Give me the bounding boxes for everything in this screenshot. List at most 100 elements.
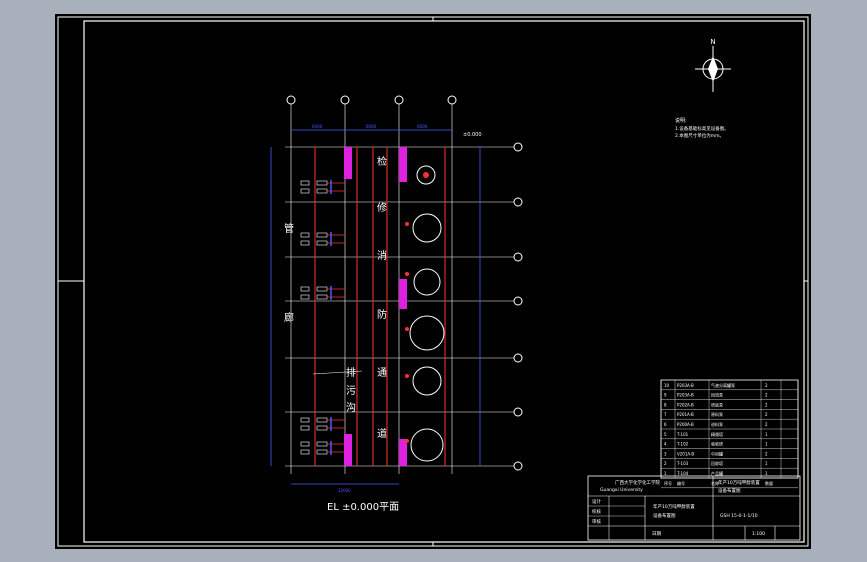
dimension-text: 6000 <box>312 124 323 129</box>
pump-symbol <box>300 286 345 300</box>
north-letter: N <box>710 38 715 46</box>
vessel-nozzles <box>405 172 429 443</box>
vessel-circle <box>412 366 442 396</box>
parts-table-cell: 1 <box>765 442 768 447</box>
parts-table-cell: 4 <box>664 442 667 447</box>
parts-table-cell: T-103 <box>676 461 689 466</box>
axis-bubble <box>513 142 523 152</box>
parts-table-cell: 中间罐 <box>711 450 723 456</box>
axis-bubble <box>513 197 523 207</box>
axis-bubble <box>513 407 523 417</box>
pump-symbol <box>300 180 345 194</box>
parts-table-cell: 2 <box>765 422 768 427</box>
pipe-rack-label: 廊 <box>284 311 294 324</box>
dimension-text: 6000 <box>366 124 377 129</box>
plan-title: EL ±0.000平面 <box>327 502 399 513</box>
parts-table-cell: 回收塔 <box>711 460 723 466</box>
school-name: 广西大学化学化工学院 <box>615 479 660 486</box>
drawing-sheet: N 说明: 1.设备基础标高见设备图。 2.本图尺寸单位为mm。 6000 60… <box>55 14 811 549</box>
axis-bubble <box>286 95 296 105</box>
parts-table-cell: T-102 <box>676 442 689 447</box>
parts-table-cell: 1 <box>765 432 768 437</box>
vessels <box>409 165 445 462</box>
stair-blocks <box>344 147 407 466</box>
vessel-circle <box>412 213 442 243</box>
note-line: 1.设备基础标高见设备图。 <box>675 125 729 132</box>
drawing-name-2: 设备布置图 <box>653 512 676 519</box>
vessel-circle <box>413 268 441 296</box>
parts-table-cell: 2 <box>765 412 768 417</box>
project-name: 年产10万吨甲醇装置 <box>718 479 760 486</box>
corridor-label: 通 <box>377 367 387 379</box>
parts-table-cell: P202A-B <box>677 402 694 407</box>
axis-bubble <box>447 95 457 105</box>
pump-symbol <box>300 417 345 431</box>
parts-table-cell: V201A-B <box>677 451 694 456</box>
parts-table: 10 P203A-B 气液分离罐泵 2 9 P203A-B 回流泵 2 8 P202A-B 塔底泵 2… <box>660 379 799 488</box>
parts-table-cell: P201A-B <box>677 412 694 417</box>
inner-border <box>83 20 805 543</box>
parts-table-cell: 1 <box>765 461 768 466</box>
cad-drawing: N 说明: 1.设备基础标高见设备图。 2.本图尺寸单位为mm。 6000 60… <box>57 16 809 547</box>
north-arrow-icon: N <box>695 38 731 92</box>
date-label: 日期 <box>652 531 661 537</box>
parts-table-cell: P203A-B <box>677 393 694 398</box>
trench-label: 排 <box>346 366 356 379</box>
corridor-label: 检 <box>377 155 387 168</box>
parts-table-cell: 3 <box>664 451 667 456</box>
parts-table-header: 数量 <box>765 480 773 486</box>
parts-table-cell: 进料泵 <box>711 421 723 427</box>
design-label: 设计 <box>592 498 601 505</box>
scale-value: 1:100 <box>752 531 765 537</box>
parts-table-cell: 吸收塔 <box>711 441 723 447</box>
parts-table-cell: 精馏塔 <box>711 431 723 437</box>
dimension-text: 6000 <box>417 124 428 129</box>
parts-table-cell: 9 <box>664 393 667 398</box>
pump-symbol <box>300 232 345 246</box>
axis-bubble <box>513 353 523 363</box>
dimension-lines <box>270 129 481 485</box>
parts-table-cell: T-104 <box>676 471 689 476</box>
parts-table-header: 编号 <box>677 480 685 486</box>
axis-bubble <box>513 296 523 306</box>
outer-border <box>57 16 809 547</box>
pump-symbol <box>300 441 345 455</box>
note-line: 2.本图尺寸单位为mm。 <box>675 132 724 139</box>
dimension-text: 12000 <box>338 488 351 493</box>
parts-table-cell: 2 <box>765 383 768 388</box>
check-label: 校核 <box>592 508 601 515</box>
pump-groups <box>300 180 345 455</box>
axis-bubble <box>340 95 350 105</box>
parts-table-cell: 1 <box>664 471 667 476</box>
corridor-label: 修 <box>377 201 387 214</box>
axis-bubble <box>513 461 523 471</box>
axis-bubble <box>394 95 404 105</box>
parts-table-cell: 5 <box>664 432 667 437</box>
parts-table-cell: 7 <box>664 412 667 417</box>
corridor-label: 消 <box>377 249 387 262</box>
parts-table-cell: 塔底泵 <box>711 401 723 407</box>
drawing-number: GSH 15-0-1-1/10 <box>720 513 758 519</box>
corridor-label: 防 <box>377 308 387 321</box>
drawing-name: 设备布置图 <box>718 487 741 494</box>
vessel-circle <box>409 315 445 351</box>
parts-table-cell: P200A-B <box>677 422 694 427</box>
axis-bubble <box>513 252 523 262</box>
pipe-rack-label: 管 <box>284 222 294 235</box>
parts-table-cell: 2 <box>765 451 768 456</box>
trench-label: 污 <box>346 385 356 397</box>
parts-table-cell: 2 <box>765 402 768 407</box>
parts-table-cell: 2 <box>765 393 768 398</box>
project-name-2: 年产10万吨甲醇装置 <box>653 503 695 510</box>
general-notes: 说明: 1.设备基础标高见设备图。 2.本图尺寸单位为mm。 <box>675 117 729 139</box>
parts-table-cell: 6 <box>664 422 667 427</box>
parts-table-cell: 2 <box>664 461 667 466</box>
parts-table-cell: 气液分离罐泵 <box>711 382 735 388</box>
parts-table-cell: P203A-B <box>677 383 694 388</box>
parts-table-header: 序号 <box>664 480 672 486</box>
parts-table-cell: 8 <box>664 402 667 407</box>
trench-label: 沟 <box>346 401 356 414</box>
vessel-circle <box>410 428 444 462</box>
parts-table-cell: 产品罐 <box>711 470 723 476</box>
corridor-label: 道 <box>377 427 387 440</box>
